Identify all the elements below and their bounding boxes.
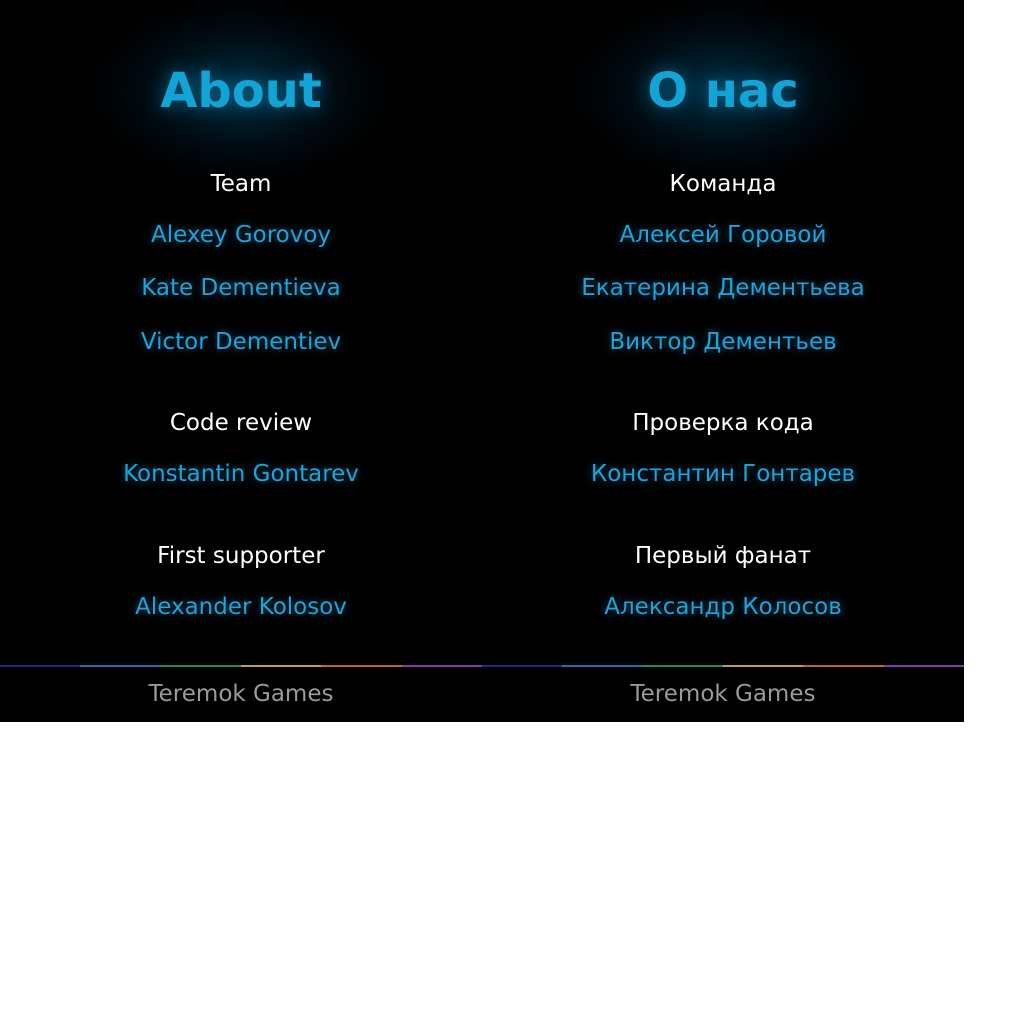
team-member-3[interactable]: Victor Dementiev — [0, 327, 482, 357]
divider-segment — [642, 665, 723, 667]
divider-segment — [321, 665, 402, 667]
divider-segment — [803, 665, 884, 667]
divider-segment — [0, 665, 81, 667]
footer-studio-name-russian[interactable]: Teremok Games — [482, 679, 964, 709]
divider-segment — [722, 665, 804, 667]
first-supporter-heading: Первый фанат — [634, 543, 812, 569]
team-heading: Команда — [669, 171, 777, 197]
about-screen: About Team Alexey Gorovoy Kate Dementiev… — [0, 0, 964, 722]
code-review-heading: Code review — [169, 410, 313, 436]
russian-panel: О нас Команда Алексей Горовой Екатерина … — [482, 0, 964, 722]
divider-segment — [883, 665, 964, 667]
divider-segment — [481, 665, 563, 667]
page-title-english: About — [160, 63, 322, 119]
divider-segment — [80, 665, 161, 667]
first-supporter-heading: First supporter — [157, 543, 325, 569]
team-member-1[interactable]: Алексей Горовой — [482, 220, 964, 250]
team-member-3[interactable]: Виктор Дементьев — [482, 327, 964, 357]
first-supporter-name[interactable]: Александр Колосов — [482, 592, 964, 622]
code-reviewer[interactable]: Konstantin Gontarev — [0, 459, 482, 489]
english-panel: About Team Alexey Gorovoy Kate Dementiev… — [0, 0, 482, 722]
divider-segment — [240, 665, 322, 667]
code-reviewer[interactable]: Константин Гонтарев — [482, 459, 964, 489]
code-review-heading: Проверка кода — [632, 410, 814, 436]
divider-segment — [160, 665, 241, 667]
team-member-2[interactable]: Екатерина Дементьева — [482, 273, 964, 303]
divider-segment — [401, 665, 482, 667]
rainbow-divider — [0, 665, 964, 667]
page-title-russian: О нас — [647, 63, 799, 119]
footer-studio-name-english[interactable]: Teremok Games — [0, 679, 482, 709]
team-member-2[interactable]: Kate Dementieva — [0, 273, 482, 303]
first-supporter-name[interactable]: Alexander Kolosov — [0, 592, 482, 622]
team-member-1[interactable]: Alexey Gorovoy — [0, 220, 482, 250]
team-heading: Team — [210, 171, 272, 197]
divider-segment — [562, 665, 643, 667]
